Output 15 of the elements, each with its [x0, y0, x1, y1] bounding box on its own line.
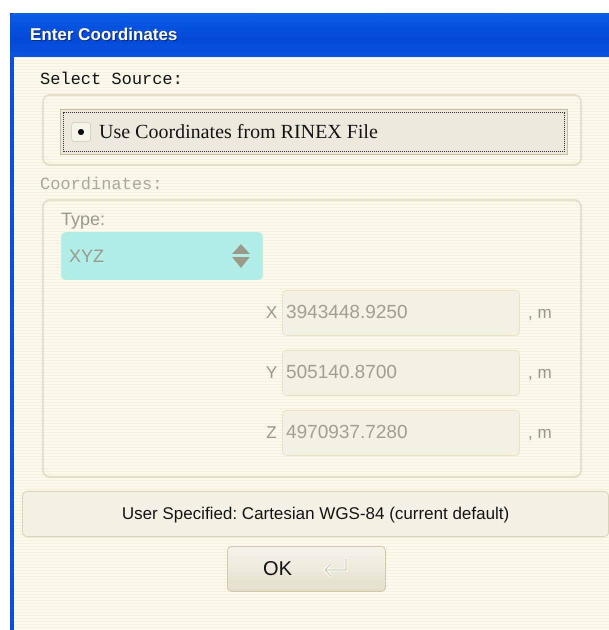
unit-label: , m [528, 363, 552, 383]
stepper-icon [231, 243, 251, 269]
radio-icon [71, 122, 91, 142]
section-label: Select Source: [40, 71, 184, 90]
type-label: Type: [61, 209, 106, 230]
section-label: Coordinates: [40, 176, 164, 195]
unit-label: , m [528, 303, 552, 323]
axis-label: Z [265, 423, 278, 443]
axis-label: Y [264, 363, 278, 383]
coordinate-system-button[interactable]: User Specified: Cartesian WGS-84 (current default) [22, 491, 609, 537]
axis-label: X [264, 303, 278, 323]
window-title: Enter Coordinates [30, 25, 178, 45]
unit-label: , m [528, 423, 552, 443]
source-option[interactable]: Use Coordinates from RINEX File [60, 109, 568, 155]
ok-button[interactable]: OK [227, 546, 386, 592]
